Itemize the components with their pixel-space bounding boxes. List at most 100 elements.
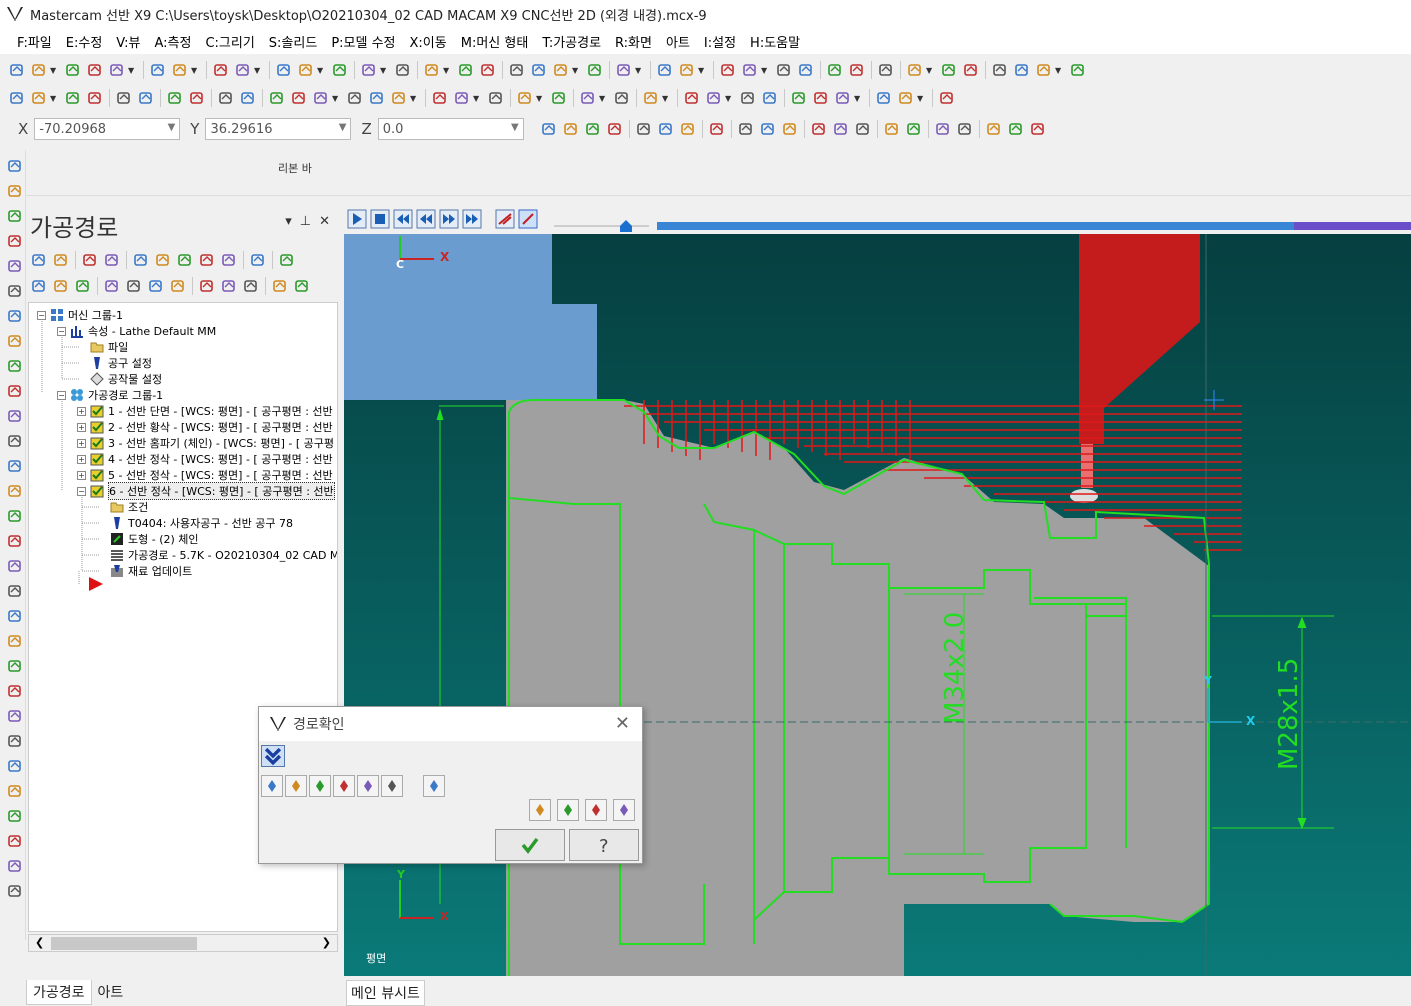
restore-icon[interactable]	[6, 883, 24, 899]
hatch-icon[interactable]	[642, 89, 660, 107]
tree-op-6[interactable]: − 6 - 선반 정삭 - [WCS: 평면] - [ 공구평면 : 선반	[77, 482, 335, 500]
contour-icon[interactable]	[6, 508, 24, 524]
ok-button[interactable]	[495, 829, 565, 861]
stock-advance-icon[interactable]	[6, 358, 24, 374]
help-circle2-icon[interactable]	[1029, 120, 1047, 138]
stop-circle-icon[interactable]	[985, 120, 1003, 138]
tab-art[interactable]: 아트	[92, 980, 130, 1004]
chevron-down-icon[interactable]: ▼	[443, 66, 451, 75]
vertical-dim-icon[interactable]	[613, 89, 631, 107]
layer-icon[interactable]	[683, 89, 701, 107]
rapid-icon[interactable]	[357, 775, 379, 797]
rectangle-icon[interactable]	[86, 89, 104, 107]
cylinder-icon[interactable]	[166, 89, 184, 107]
undo-icon[interactable]	[149, 61, 167, 79]
info-icon[interactable]	[423, 775, 445, 797]
show-stock-icon[interactable]	[220, 277, 238, 295]
tree-toolpath[interactable]: 가공경로 - 5.7K - O20210304_02 CAD MAC	[97, 547, 337, 563]
regen-dirty-icon[interactable]	[103, 251, 121, 269]
save-icon[interactable]	[613, 799, 635, 821]
expand-icon[interactable]	[261, 745, 285, 767]
dropdown-icon[interactable]: ▾	[285, 214, 300, 229]
tool-manager-icon[interactable]	[293, 277, 311, 295]
hide-icon[interactable]	[956, 120, 974, 138]
snap-icon[interactable]	[562, 120, 580, 138]
menu-machine-type[interactable]: M:머신 형태	[454, 32, 536, 51]
offset-icon[interactable]	[368, 89, 386, 107]
chevron-down-icon[interactable]: ▼	[128, 66, 136, 75]
redo-icon[interactable]	[171, 61, 189, 79]
chevron-down-icon[interactable]: ▼	[698, 66, 706, 75]
zoom-target-icon[interactable]	[297, 61, 315, 79]
tailstock-icon[interactable]	[6, 408, 24, 424]
spline-icon[interactable]	[137, 89, 155, 107]
expand-plus-icon[interactable]: +	[77, 438, 86, 448]
hidden-icon[interactable]	[775, 61, 793, 79]
rotate-icon[interactable]	[423, 61, 441, 79]
operation-icon[interactable]	[812, 89, 830, 107]
repaint-icon[interactable]	[234, 61, 252, 79]
view-right-icon[interactable]	[552, 61, 570, 79]
material-icon[interactable]	[739, 89, 757, 107]
y-coordinate-input[interactable]: 36.29616 ▼	[205, 118, 352, 140]
collapse-minus-icon[interactable]: −	[37, 310, 46, 320]
move-up-icon[interactable]	[125, 277, 143, 295]
clear-snap-icon[interactable]	[584, 120, 602, 138]
menu-screen[interactable]: R:화면	[608, 32, 659, 51]
backplot-icon[interactable]	[132, 251, 150, 269]
post-icon[interactable]	[938, 89, 956, 107]
select-window-icon[interactable]	[737, 120, 755, 138]
measure-icon[interactable]	[940, 61, 958, 79]
zoom-in-icon[interactable]	[331, 61, 349, 79]
function-icon[interactable]	[1035, 61, 1053, 79]
toolpath-filter-icon[interactable]	[271, 277, 289, 295]
menu-toolpaths[interactable]: T:가공경로	[535, 32, 608, 51]
expand-plus-icon[interactable]: +	[77, 422, 86, 432]
delete-icon[interactable]	[239, 89, 257, 107]
unzoom-icon[interactable]	[360, 61, 378, 79]
line-icon[interactable]	[30, 89, 48, 107]
chevron-down-icon[interactable]: ▼	[599, 94, 607, 103]
chuck-icon[interactable]	[6, 383, 24, 399]
tool-icon[interactable]	[285, 775, 307, 797]
tab-main-viewsheet[interactable]: 메인 뷰시트	[346, 980, 425, 1006]
chevron-down-icon[interactable]: ▼	[1055, 66, 1063, 75]
menu-art[interactable]: 아트	[659, 32, 697, 51]
pencil-icon[interactable]	[826, 61, 844, 79]
rotate2-icon[interactable]	[312, 89, 330, 107]
menu-solids[interactable]: S:솔리드	[262, 32, 325, 51]
expand-plus-icon[interactable]: +	[77, 406, 86, 416]
shading-icon[interactable]	[656, 61, 674, 79]
x-coordinate-input[interactable]: -70.20968 ▼	[34, 118, 181, 140]
gouraud-icon[interactable]	[797, 61, 815, 79]
dimension-icon[interactable]	[550, 89, 568, 107]
level-1-icon[interactable]	[635, 120, 653, 138]
machine-icon[interactable]	[333, 775, 355, 797]
analyze-icon[interactable]	[906, 61, 924, 79]
menu-help[interactable]: H:도움말	[743, 32, 807, 51]
fillet-icon[interactable]	[453, 89, 471, 107]
verify-select-icon[interactable]	[883, 120, 901, 138]
close-icon[interactable]: ✕	[319, 214, 338, 229]
tree-stock-update[interactable]: 재료 업데이트	[97, 563, 192, 579]
peel-icon[interactable]	[6, 633, 24, 649]
new-file-icon[interactable]	[8, 61, 26, 79]
chevron-down-icon[interactable]: ▼	[191, 66, 199, 75]
chevron-down-icon[interactable]: ▼	[725, 94, 733, 103]
shaded-icon[interactable]	[741, 61, 759, 79]
stock-model-icon[interactable]	[6, 833, 24, 849]
post-icon[interactable]	[220, 251, 238, 269]
toolpath-icon[interactable]	[790, 89, 808, 107]
chevron-down-icon[interactable]: ▼	[854, 94, 862, 103]
chevron-down-icon[interactable]: ▼	[332, 94, 340, 103]
mirror-icon[interactable]	[290, 89, 308, 107]
arc-icon[interactable]	[115, 89, 133, 107]
point2-icon[interactable]	[516, 89, 534, 107]
simulate-icon[interactable]	[176, 251, 194, 269]
zoom-icon[interactable]	[394, 61, 412, 79]
transform-icon[interactable]	[6, 808, 24, 824]
brush-icon[interactable]	[877, 61, 895, 79]
post-lock-icon[interactable]	[74, 277, 92, 295]
transform-icon[interactable]	[268, 89, 286, 107]
chevron-down-icon[interactable]: ▼	[761, 66, 769, 75]
